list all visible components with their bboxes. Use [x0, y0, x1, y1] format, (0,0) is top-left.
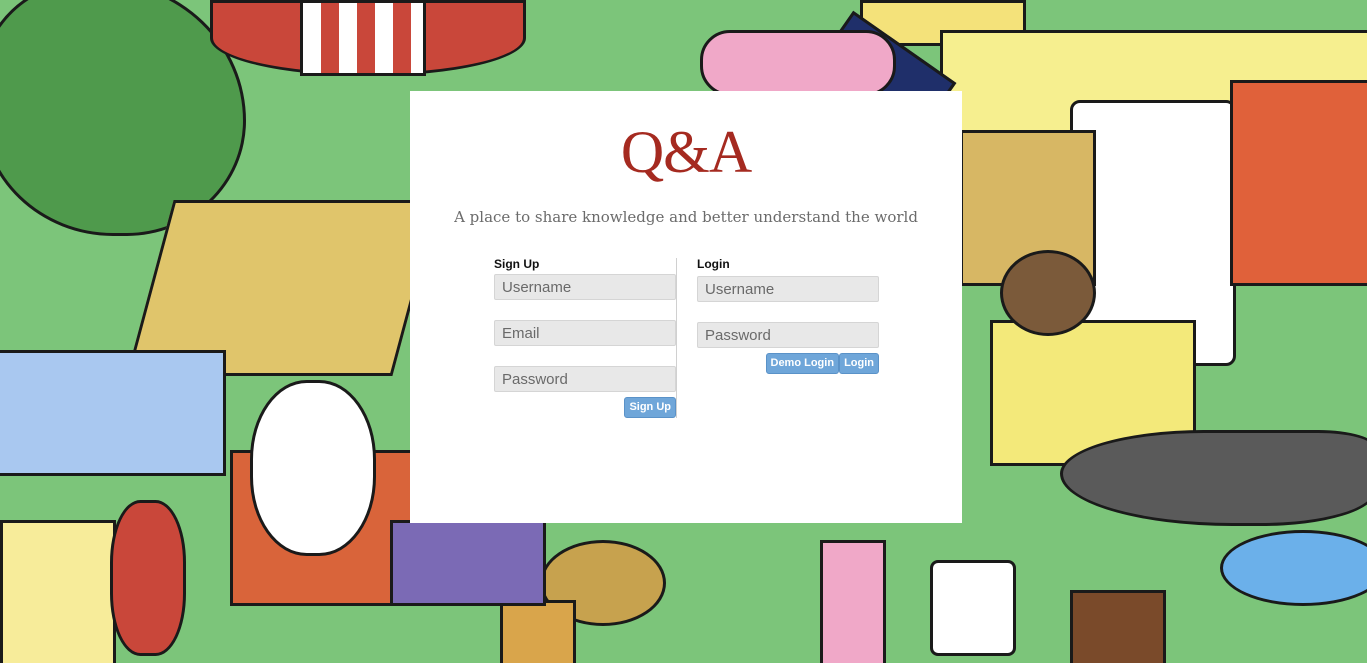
background-illustration: [930, 560, 1016, 656]
signup-form: Sign Up Sign Up: [494, 256, 676, 418]
background-illustration: [700, 30, 896, 96]
signup-actions: Sign Up: [494, 397, 676, 418]
background-illustration: [1000, 250, 1096, 336]
signup-email-input[interactable]: [494, 320, 676, 346]
background-illustration: [300, 0, 426, 76]
auth-card: Q&A A place to share knowledge and bette…: [410, 91, 962, 523]
login-button[interactable]: Login: [839, 353, 879, 374]
login-username-input[interactable]: [697, 276, 879, 302]
background-illustration: [250, 380, 376, 556]
background-illustration: [1230, 80, 1367, 286]
signup-title: Sign Up: [494, 257, 540, 271]
login-password-input[interactable]: [697, 322, 879, 348]
background-illustration: [820, 540, 886, 663]
site-logo: Q&A: [620, 119, 752, 185]
form-divider: [676, 258, 677, 418]
demo-login-button[interactable]: Demo Login: [765, 353, 840, 374]
signup-username-input[interactable]: [494, 274, 676, 300]
background-illustration: [1070, 590, 1166, 663]
site-tagline: A place to share knowledge and better un…: [454, 208, 918, 226]
background-illustration: [390, 520, 546, 606]
signup-button[interactable]: Sign Up: [624, 397, 676, 418]
background-illustration: [0, 520, 116, 663]
background-illustration: [0, 350, 226, 476]
signup-password-input[interactable]: [494, 366, 676, 392]
login-form: Login Demo LoginLogin: [697, 256, 879, 374]
login-actions: Demo Login Login: [697, 353, 879, 374]
login-title: Login: [697, 257, 730, 271]
background-illustration: [110, 500, 186, 656]
background-illustration: [1060, 430, 1367, 526]
background-illustration: [500, 600, 576, 663]
background-illustration: [1220, 530, 1367, 606]
